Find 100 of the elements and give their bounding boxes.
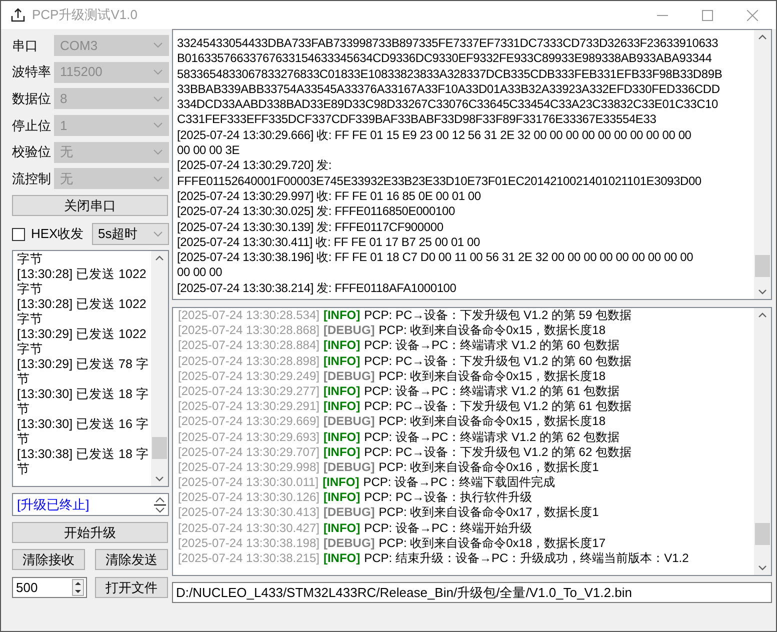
log-level: [INFO]	[323, 354, 360, 369]
log-timestamp: [2025-07-24 13:30:29.693]	[178, 430, 320, 445]
status-field: [升级已终止]	[12, 493, 169, 516]
chevron-down-icon	[153, 231, 163, 238]
log-message: PCP: 收到来自设备命令0x16，数据长度1	[378, 460, 599, 476]
log-message: PCP: 收到来自设备命令0x18，数据长度17	[378, 536, 606, 551]
scroll-thumb[interactable]	[152, 437, 167, 460]
log-timestamp: [2025-07-24 13:30:28.868]	[178, 323, 320, 338]
log-message: PCP: PC→设备：执行软件升级	[364, 490, 532, 506]
log-message: PCP: 结束升级：设备→PC：升级成功，终端当前版本：V1.2	[364, 551, 689, 566]
setting-label: 校验位	[12, 143, 52, 162]
file-path-field[interactable]: D:/NUCLEO_L433/STM32L433RC/Release_Bin/升级包/全量/V1.0_To_V1.2.bin	[172, 582, 772, 603]
scroll-down-icon[interactable]	[758, 289, 767, 295]
scroll-up-icon[interactable]	[155, 255, 164, 262]
clear-receive-button[interactable]: 清除接收	[12, 549, 85, 570]
log-timestamp: [2025-07-24 13:30:28.884]	[178, 338, 320, 354]
checkbox-label: HEX收发	[31, 225, 84, 244]
log-message: PCP: 收到来自设备命令0x15，数据长度18	[378, 414, 606, 430]
raw-log-line: [2025-07-24 13:30:30.025] 发: FFFE0116850E000100	[177, 204, 456, 220]
log-timestamp: [2025-07-24 13:30:28.534]	[178, 308, 320, 324]
open-file-button[interactable]: 打开文件	[95, 577, 168, 598]
scroll-up-icon[interactable]	[758, 312, 767, 318]
send-log-line: [13:30:38] 已发送 18 字	[17, 447, 150, 462]
raw-log-line: B01633576633767633154633345634CD9336DC9330EF9332FE933C89933E989338AB933ABA93344	[177, 51, 713, 67]
chevron-down-icon	[153, 69, 163, 76]
send-log-line: 字节	[17, 282, 44, 298]
log-timestamp: [2025-07-24 13:30:38.198]	[178, 536, 320, 551]
scrollbar[interactable]	[754, 30, 771, 299]
send-log-line: [13:30:29] 已发送 1022	[17, 327, 148, 342]
scroll-thumb[interactable]	[755, 523, 770, 545]
send-log-line: 字节	[17, 252, 44, 268]
chevron-down-icon	[153, 42, 163, 48]
raw-log-line: [2025-07-24 13:30:38.214] 发: FFFE0118AFA1000100	[177, 280, 458, 296]
timeout-select[interactable]: 5s超时	[92, 223, 169, 246]
log-level: [INFO]	[323, 551, 360, 566]
send-log-line: 节	[17, 432, 31, 448]
log-message: PCP: 设备→PC：终端下载固件完成	[363, 475, 556, 490]
log-message: PCP: 设备→PC：终端请求 V1.2 的第 61 包数据	[364, 384, 620, 400]
log-level: [INFO]	[323, 490, 360, 506]
send-log-line: [13:30:29] 已发送 78 字	[17, 357, 150, 372]
interval-spinbox[interactable]: 500	[12, 577, 87, 598]
setting-label: 数据位	[12, 90, 52, 108]
raw-log-line: 33BBAB339ABB33754A33545A33376A33167A33F10A33D01A33B32A33923A332EFD330FED336CDD	[177, 82, 721, 98]
scrollbar[interactable]	[754, 308, 771, 575]
close-port-button[interactable]: 关闭串口	[12, 195, 168, 216]
spin-arrows-icon[interactable]	[72, 579, 84, 596]
log-timestamp: [2025-07-24 13:30:30.427]	[178, 520, 320, 536]
scroll-thumb[interactable]	[755, 255, 770, 277]
raw-log-line: 00 00 00	[177, 265, 224, 281]
raw-log-line: [2025-07-24 13:30:29.720] 发:	[177, 158, 333, 174]
scroll-up-icon[interactable]	[758, 34, 767, 40]
log-timestamp: [2025-07-24 13:30:29.998]	[178, 460, 320, 476]
log-level: [DEBUG]	[323, 505, 375, 521]
log-timestamp: [2025-07-24 13:30:28.898]	[178, 354, 320, 369]
log-timestamp: [2025-07-24 13:30:29.669]	[178, 414, 320, 430]
chevron-down-icon	[153, 96, 163, 102]
setting-label: 停止位	[12, 116, 52, 135]
clear-send-button[interactable]: 清除发送	[95, 549, 168, 570]
raw-log-line: 00 00 00 3E	[177, 143, 241, 158]
scroll-down-icon[interactable]	[758, 565, 767, 571]
scrollbar[interactable]	[151, 251, 168, 486]
scroll-down-icon[interactable]	[155, 476, 164, 482]
raw-log-line: [2025-07-24 13:30:29.666] 收: FF FE 01 15 E9 23 00 12 56 31 2E 32 00 00 00 00 00 00 00 00 00 00	[177, 128, 692, 144]
log-level: [INFO]	[323, 444, 360, 460]
maximize-icon[interactable]	[702, 10, 713, 20]
hex-checkbox[interactable]	[12, 228, 25, 241]
chevron-down-icon	[153, 122, 163, 128]
log-message: PCP: 收到来自设备命令0x17，数据长度1	[378, 505, 599, 521]
log-message: PCP: PC→设备：下发升级包 V1.2 的第 60 包数据	[364, 354, 632, 369]
raw-log-line: [2025-07-24 13:30:29.997] 收: FF FE 01 16 85 0E 00 01 00	[177, 188, 482, 204]
send-log-line: [13:30:28] 已发送 1022	[17, 267, 148, 282]
start-upgrade-button[interactable]: 开始升级	[12, 522, 168, 544]
log-message: PCP: PC→设备：下发升级包 V1.2 的第 62 包数据	[364, 444, 632, 460]
raw-log-line: [2025-07-24 13:30:30.411] 收: FF FE 01 17 B7 25 00 01 00	[177, 234, 481, 250]
raw-log-line: 334DCD33AABD338BAD33E89D33C98D33267C33076C33645C33454C33A23C33832C33E01C33C10	[177, 97, 720, 112]
upload-icon	[10, 7, 26, 23]
log-message: PCP: PC→设备：下发升级包 V1.2 的第 61 包数据	[364, 399, 632, 414]
log-level: [INFO]	[322, 475, 360, 490]
log-timestamp: [2025-07-24 13:30:30.011]	[178, 475, 319, 490]
log-level: [INFO]	[323, 430, 360, 445]
log-message: PCP: PC→设备：下发升级包 V1.2 的第 59 包数据	[364, 308, 632, 324]
log-level: [DEBUG]	[323, 460, 375, 476]
log-timestamp: [2025-07-24 13:30:29.291]	[178, 399, 320, 414]
raw-log-line: 5833654833067833276833C01833E10833823833A328337DCB335CDB333FEB331EFB33F98B33D89B	[177, 66, 724, 82]
raw-log-line: 33245433054433DBA733FAB733998733B897335FE7337EF7331DC7333CD733D32633F23633910633	[177, 36, 720, 52]
spin-arrows-icon[interactable]	[154, 496, 166, 514]
window-title: PCP升级测试V1.0	[32, 6, 138, 24]
log-timestamp: [2025-07-24 13:30:38.215]	[178, 551, 320, 566]
log-level: [INFO]	[323, 399, 360, 414]
send-log-line: 字节	[17, 312, 44, 328]
log-timestamp: [2025-07-24 13:30:30.126]	[178, 490, 320, 506]
raw-log-line: C331FEF333EFF335DCF337CDF339BAF33BABF33D98F33F89F33176E33367E33554E33	[177, 112, 658, 128]
close-icon[interactable]	[747, 10, 758, 20]
log-message: PCP: 设备→PC：终端请求 V1.2 的第 60 包数据	[364, 338, 620, 354]
send-log-line: [13:30:30] 已发送 18 字	[17, 387, 150, 402]
send-log-line: 字节	[17, 342, 44, 358]
send-log-line: 节	[17, 462, 31, 478]
log-timestamp: [2025-07-24 13:30:30.413]	[178, 505, 320, 521]
log-message: PCP: 收到来自设备命令0x15，数据长度18	[378, 368, 606, 384]
raw-log-line: [2025-07-24 13:30:38.196] 收: FF FE 01 18 C7 D0 00 11 00 56 31 2E 32 00 00 00 00 00 00 00 00 00	[177, 250, 694, 266]
